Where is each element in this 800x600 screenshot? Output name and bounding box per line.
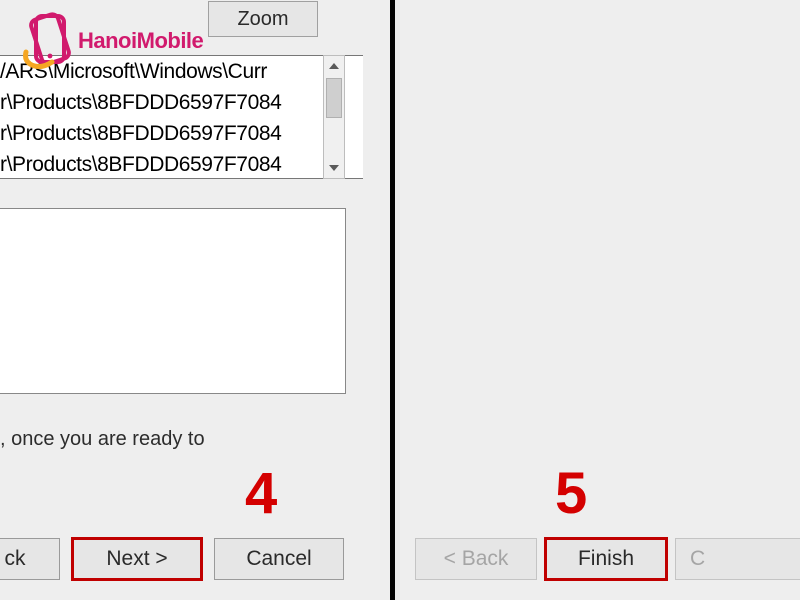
registry-scrollbar[interactable] xyxy=(323,55,345,179)
step-number-overlay: 5 xyxy=(555,460,587,527)
registry-listbox[interactable]: /ARS\Microsoft\Windows\Curr r\Products\8… xyxy=(0,55,363,179)
list-item: r\Products\8BFDDD6597F7084 xyxy=(0,149,363,179)
back-button: < Back xyxy=(415,538,537,580)
scroll-up-icon[interactable] xyxy=(324,56,344,76)
details-textarea[interactable] xyxy=(0,208,346,394)
hint-text: , once you are ready to xyxy=(0,428,205,451)
cancel-button-cropped: C xyxy=(675,538,800,580)
zoom-button[interactable]: Zoom xyxy=(208,1,318,37)
screenshot-stage: Zoom /ARS\Microsoft\Windows\Curr r\Produ… xyxy=(0,0,800,600)
scroll-thumb[interactable] xyxy=(326,78,342,118)
finish-button[interactable]: Finish xyxy=(545,538,667,580)
list-item: r\Products\8BFDDD6597F7084 xyxy=(0,118,363,149)
cancel-button[interactable]: Cancel xyxy=(214,538,344,580)
wizard-step-5-panel: 5 < Back Finish C xyxy=(400,0,800,600)
wizard-step-4-panel: Zoom /ARS\Microsoft\Windows\Curr r\Produ… xyxy=(0,0,395,600)
back-button[interactable]: ck xyxy=(0,538,60,580)
list-item: /ARS\Microsoft\Windows\Curr xyxy=(0,56,363,87)
list-item: r\Products\8BFDDD6597F7084 xyxy=(0,87,363,118)
step-number-overlay: 4 xyxy=(245,460,277,527)
next-button[interactable]: Next > xyxy=(72,538,202,580)
scroll-down-icon[interactable] xyxy=(324,158,344,178)
